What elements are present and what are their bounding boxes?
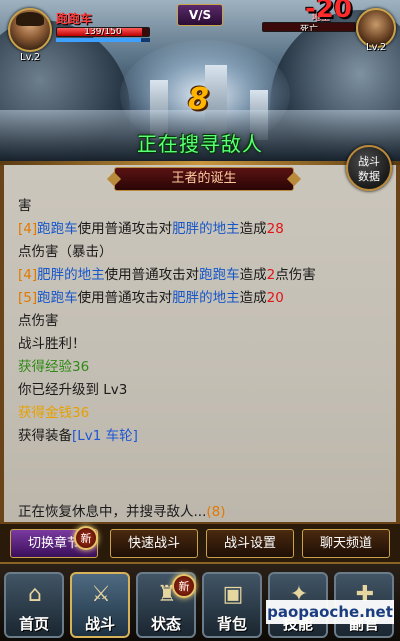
new-badge: 新 [172,574,196,598]
new-badge: 新 [74,526,98,550]
battle-icon: ⚔ [91,582,111,607]
home-icon: ⌂ [28,582,42,607]
nav-bag[interactable]: ▣ 背包 [202,572,262,638]
log-line: 你已经升级到 Lv3 [18,379,348,402]
nav-home-label: 首页 [18,615,49,633]
battle-stats-label: 战斗 数据 [358,155,380,183]
log-segment: 获得经验36 [18,359,90,375]
watermark: paopaoche.net [266,600,394,624]
log-line: [4]肥胖的地主使用普通攻击对跑跑车造成2点伤害 [18,264,348,287]
log-segment: 点伤害（暴击） [18,244,113,260]
player-name: 跑跑车 [56,12,93,26]
log-segment: 跑跑车 [37,221,78,237]
log-segment: 28 [266,221,284,237]
battle-log-panel: 王者的诞生 战斗 数据 害 [4]跑跑车使用普通攻击对肥胖的地主造成28 点伤害（暴… [0,145,400,522]
log-segment: 造成 [239,267,267,283]
log-line: 战斗胜利！ [18,333,348,356]
search-countdown: 8 [188,82,209,117]
player-avatar[interactable] [8,8,52,52]
log-segment: 你已经升级到 Lv3 [18,382,128,398]
log-segment: 肥胖的地主 [172,221,240,237]
log-segment: [5] [18,290,38,306]
log-line: [5]跑跑车使用普通攻击对肥胖的地主造成20 [18,287,348,310]
vs-label: V/S [177,4,223,26]
chat-channel-button[interactable]: 聊天频道 [302,529,390,558]
player-mp-fill [56,38,141,42]
log-line: 获得经验36 [18,356,348,379]
log-segment: 跑跑车 [199,267,240,283]
enemy-level: Lv.2 [366,42,387,53]
log-segment: 2 [266,267,276,283]
log-segment: 造成 [239,290,267,306]
log-segment: 点伤害 [18,313,59,329]
log-segment: 使用普通攻击对 [104,267,200,283]
resting-text: 正在恢复休息中，并搜寻敌人... [18,504,207,520]
log-line: 害 [18,195,348,218]
log-line: 获得金钱36 [18,402,348,425]
battle-log-list: 害 [4]跑跑车使用普通攻击对肥胖的地主造成28 点伤害（暴击） [4]肥胖的地主使用… [18,195,348,448]
log-segment: [Lv1 车轮] [72,428,138,444]
log-segment: 获得装备 [18,428,72,444]
log-segment: 点伤害 [275,267,316,283]
nav-battle-label: 战斗 [84,615,115,633]
log-segment: 使用普通攻击对 [77,290,173,306]
player-mp-bar [56,38,150,42]
player-hp-text: 139/150 [84,27,122,37]
nav-home[interactable]: ⌂ 首页 [4,572,64,638]
enemy-damage-popup: -20 [305,0,352,24]
log-segment: 害 [18,198,32,214]
search-status: 正在搜寻敌人 [137,132,263,156]
log-segment: [4] [18,267,38,283]
log-segment: 20 [266,290,284,306]
quick-battle-button[interactable]: 快速战斗 [110,529,198,558]
resting-status: 正在恢复休息中，并搜寻敌人...(8) [18,500,226,520]
log-segment: 肥胖的地主 [37,267,105,283]
nav-battle[interactable]: ⚔ 战斗 [70,572,130,638]
nav-status-label: 状态 [150,615,181,633]
log-title: 王者的诞生 [114,167,294,191]
log-line: 获得装备[Lv1 车轮] [18,425,348,448]
log-segment: 获得金钱36 [18,405,90,421]
log-line: [4]跑跑车使用普通攻击对肥胖的地主造成28 [18,218,348,241]
log-segment: 使用普通攻击对 [77,221,173,237]
log-segment: [4] [18,221,38,237]
log-segment: 战斗胜利！ [18,336,86,352]
log-line: 点伤害（暴击） [18,241,348,264]
log-segment: 肥胖的地主 [172,290,240,306]
action-bar: 切换章节 快速战斗 战斗设置 聊天频道 新 [0,522,400,562]
battle-settings-button[interactable]: 战斗设置 [206,529,294,558]
player-hp-bar: 139/150 [56,27,150,37]
battle-scene: Lv.2 跑跑车 139/150 V/S 地主 死亡 Lv.2 -20 8 正在… [0,0,400,165]
log-line: 点伤害 [18,310,348,333]
log-segment: 跑跑车 [37,290,78,306]
player-level: Lv.2 [20,52,41,63]
log-segment: 造成 [239,221,267,237]
nav-bag-label: 背包 [216,615,247,633]
resting-count: (8) [206,504,226,520]
bag-icon: ▣ [222,582,244,607]
battle-stats-button[interactable]: 战斗 数据 [346,145,392,191]
